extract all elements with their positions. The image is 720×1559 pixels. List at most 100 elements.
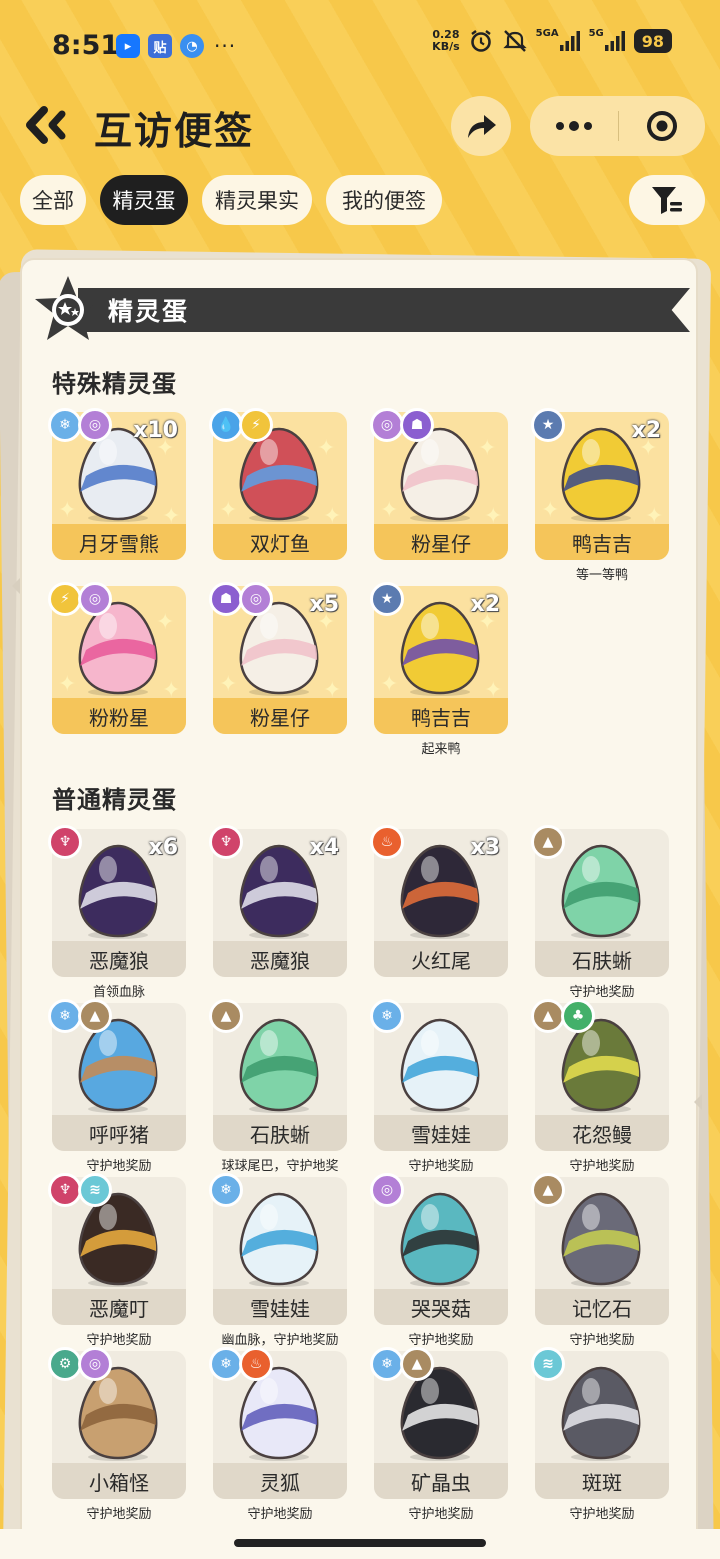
- back-button[interactable]: [22, 102, 72, 148]
- egg-type-icons: 💧 ⚡: [209, 408, 273, 442]
- egg-list-item[interactable]: ❄ 雪娃娃守护地奖励: [370, 999, 508, 1174]
- tab-my-notes[interactable]: 我的便签: [326, 175, 442, 225]
- filter-button[interactable]: [629, 175, 705, 225]
- egg-type-icons: ♆ ≋: [48, 1173, 112, 1207]
- sparkle-icon: ✦: [58, 498, 77, 523]
- egg-card[interactable]: ✦ ✦ ✦ ❄ ◎ x10 月牙雪熊: [48, 408, 186, 560]
- egg-list-item[interactable]: ✦ ✦ ✦ ★ x2 鸭吉吉 起来鸭: [370, 582, 508, 757]
- egg-name: 恶魔狼: [213, 941, 347, 977]
- spiral-icon: ◎: [78, 1347, 112, 1381]
- egg-card[interactable]: ◎ 哭哭菇: [370, 1173, 508, 1325]
- egg-type-icons: ❄: [209, 1173, 243, 1207]
- mountain-icon: ▲: [531, 999, 565, 1033]
- egg-card[interactable]: ❄ 雪娃娃: [370, 999, 508, 1151]
- egg-card[interactable]: ✦ ✦ ✦ ⚡ ◎ 粉粉星: [48, 582, 186, 734]
- egg-name: 粉粉星: [52, 698, 186, 734]
- egg-card[interactable]: ♆ ≋ 恶魔叮: [48, 1173, 186, 1325]
- egg-list-item[interactable]: ✦ ✦ ✦ ❄ ◎ x10 月牙雪熊: [48, 408, 186, 560]
- egg-list-item[interactable]: ❄ ▲ 矿晶虫 守护地奖励: [370, 1347, 508, 1522]
- egg-list-item[interactable]: ✦ ✦ ✦ ◎ ☗ 粉星仔: [370, 408, 508, 560]
- egg-type-icons: ☗ ◎: [209, 582, 273, 616]
- egg-count: x3: [470, 835, 501, 860]
- bolt-icon: ⚡: [239, 408, 273, 442]
- egg-name: 记忆石: [535, 1289, 669, 1325]
- egg-list-item[interactable]: ♆ x6 恶魔狼 首领血脉: [48, 825, 186, 1000]
- egg-card[interactable]: ✦ ✦ ✦ ★ x2 鸭吉吉: [531, 408, 669, 560]
- egg-list-item[interactable]: ✦ ✦ ✦ ⚡ ◎ 粉粉星: [48, 582, 186, 734]
- egg-icon: [239, 1018, 319, 1113]
- egg-list-item[interactable]: ▲ 石肤蜥 守护地奖励: [531, 825, 669, 1000]
- egg-card[interactable]: ♆ x6 恶魔狼: [48, 825, 186, 977]
- egg-name: 矿晶虫: [374, 1463, 508, 1499]
- egg-card[interactable]: ❄ ♨ 灵狐: [209, 1347, 347, 1499]
- snowflake-icon: ❄: [209, 1173, 243, 1207]
- egg-count: x2: [470, 592, 501, 617]
- egg-list-item[interactable]: ▲ 记忆石 守护地奖励: [531, 1173, 669, 1348]
- egg-card[interactable]: ✦ ✦ ✦ ☗ ◎ x5 粉星仔: [209, 582, 347, 734]
- egg-card[interactable]: ✦ ✦ ✦ ◎ ☗ 粉星仔: [370, 408, 508, 560]
- egg-type-icons: ♨: [370, 825, 404, 859]
- egg-count: x10: [133, 418, 178, 443]
- home-indicator[interactable]: [234, 1539, 486, 1547]
- egg-card[interactable]: ▲ 石肤蜥: [209, 999, 347, 1151]
- egg-name: 恶魔叮: [52, 1289, 186, 1325]
- egg-icon: [400, 1018, 480, 1113]
- snowflake-icon: ❄: [48, 408, 82, 442]
- egg-card[interactable]: ❄ ▲ 呼呼猪: [48, 999, 186, 1151]
- egg-list-item[interactable]: ✦ ✦ ✦ ☗ ◎ x5 粉星仔: [209, 582, 347, 734]
- egg-card[interactable]: ≋ 斑斑: [531, 1347, 669, 1499]
- egg-type-icons: ⚡ ◎: [48, 582, 112, 616]
- tab-spirit-eggs[interactable]: 精灵蛋: [100, 175, 188, 225]
- egg-list-item[interactable]: ♨ x3 火红尾: [370, 825, 508, 977]
- egg-icon: [400, 1192, 480, 1287]
- egg-icon: [239, 1192, 319, 1287]
- egg-card[interactable]: ❄ ▲ 矿晶虫: [370, 1347, 508, 1499]
- egg-list-item[interactable]: ♆ x4 恶魔狼: [209, 825, 347, 977]
- tab-all[interactable]: 全部: [20, 175, 86, 225]
- egg-name: 呼呼猪: [52, 1115, 186, 1151]
- egg-list-item[interactable]: ≋ 斑斑 守护地奖励: [531, 1347, 669, 1522]
- egg-card[interactable]: ⚙ ◎ 小箱怪: [48, 1347, 186, 1499]
- double-chevron-left-icon: [26, 106, 66, 144]
- egg-card[interactable]: ✦ ✦ ✦ 💧 ⚡ 双灯鱼: [209, 408, 347, 560]
- mountain-icon: ▲: [400, 1347, 434, 1381]
- egg-type-icons: ❄ ▲: [370, 1347, 434, 1381]
- egg-list-item[interactable]: ✦ ✦ ✦ 💧 ⚡ 双灯鱼: [209, 408, 347, 560]
- egg-name: 花怨鳗: [535, 1115, 669, 1151]
- drop-icon: 💧: [209, 408, 243, 442]
- tab-spirit-fruits[interactable]: 精灵果实: [202, 175, 312, 225]
- egg-list-item[interactable]: ▲ 石肤蜥 球球尾巴，守护地奖: [209, 999, 347, 1174]
- egg-list-card[interactable]: 精灵蛋 特殊精灵蛋 ✦ ✦ ✦ ❄ ◎ x10 月牙雪熊 ✦ ✦ ✦ 💧 ⚡ 双灯鱼 ✦ ✦ ✦ ◎ ☗ 粉星仔 ✦ ✦…: [20, 258, 698, 1559]
- egg-list-item[interactable]: ❄ ▲ 呼呼猪 守护地奖励: [48, 999, 186, 1174]
- egg-list-item[interactable]: ◎ 哭哭菇 守护地奖励: [370, 1173, 508, 1348]
- egg-list-item[interactable]: ✦ ✦ ✦ ★ x2 鸭吉吉 等一等鸭: [531, 408, 669, 583]
- egg-list-item[interactable]: ❄ ♨ 灵狐 守护地奖励: [209, 1347, 347, 1522]
- snowflake-icon: ❄: [209, 1347, 243, 1381]
- egg-type-icons: ▲: [531, 825, 565, 859]
- egg-card[interactable]: ▲ 记忆石: [531, 1173, 669, 1325]
- close-mini-program-button[interactable]: [619, 96, 705, 156]
- share-button[interactable]: [451, 96, 511, 156]
- egg-name: 哭哭菇: [374, 1289, 508, 1325]
- egg-card[interactable]: ▲ ♣ 花怨鳗: [531, 999, 669, 1151]
- more-menu-button[interactable]: [530, 96, 618, 156]
- egg-note: 守护地奖励: [408, 1159, 474, 1174]
- egg-icon: [561, 1192, 641, 1287]
- share-arrow-icon: [468, 115, 496, 138]
- egg-list-item[interactable]: ⚙ ◎ 小箱怪 守护地奖励: [48, 1347, 186, 1522]
- egg-name: 鸭吉吉: [535, 524, 669, 560]
- egg-type-icons: ≋: [531, 1347, 565, 1381]
- network-speed: 0.28 KB/s: [432, 28, 460, 53]
- egg-list-item[interactable]: ♆ ≋ 恶魔叮 守护地奖励: [48, 1173, 186, 1348]
- egg-card[interactable]: ♨ x3 火红尾: [370, 825, 508, 977]
- egg-list-item[interactable]: ❄ 雪娃娃幽血脉，守护地奖励: [209, 1173, 347, 1348]
- egg-card[interactable]: ▲ 石肤蜥: [531, 825, 669, 977]
- egg-list-item[interactable]: ▲ ♣ 花怨鳗 守护地奖励: [531, 999, 669, 1174]
- egg-card[interactable]: ✦ ✦ ✦ ★ x2 鸭吉吉: [370, 582, 508, 734]
- egg-card[interactable]: ❄ 雪娃娃: [209, 1173, 347, 1325]
- egg-note: 幽血脉，守护地奖励: [221, 1333, 339, 1348]
- egg-count: x4: [309, 835, 340, 860]
- status-bar: 8:51 ▸ 贴 ◔ ··· 0.28 KB/s 5GA 5G 98: [0, 0, 720, 90]
- egg-card[interactable]: ♆ x4 恶魔狼: [209, 825, 347, 977]
- mountain-icon: ▲: [78, 999, 112, 1033]
